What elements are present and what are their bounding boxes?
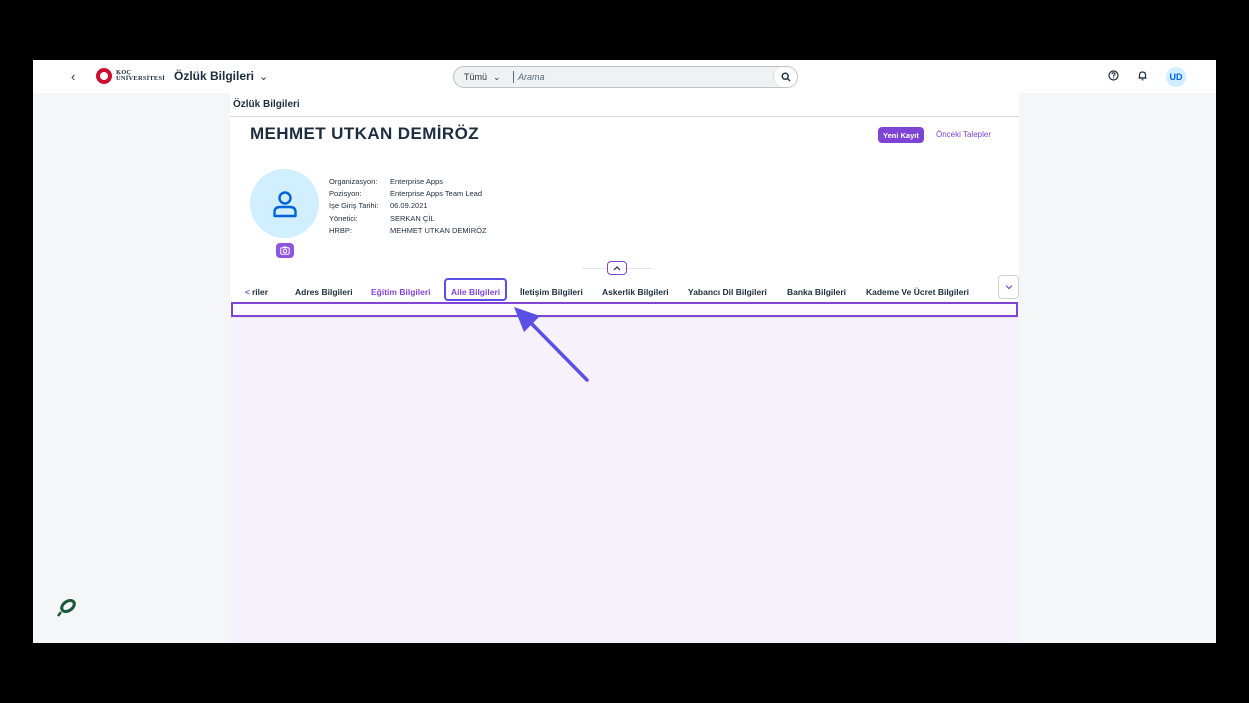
app-title-menu[interactable]: Özlük Bilgileri ⌄ <box>174 69 268 83</box>
user-avatar[interactable]: UD <box>1166 67 1186 87</box>
new-record-button[interactable]: Yeni Kayıt <box>878 127 924 143</box>
search-bar: Tümü ⌄ Arama <box>453 66 798 88</box>
tab-adres-bilgileri[interactable]: Adres Bilgileri <box>295 287 353 297</box>
tab-partial-label: riler <box>251 287 269 297</box>
tab-askerlik-bilgileri[interactable]: Askerlik Bilgileri <box>602 287 669 297</box>
app-title: Özlük Bilgileri <box>174 69 255 83</box>
chevron-up-icon[interactable] <box>607 261 627 275</box>
detail-value: SERKAN ÇİL <box>390 213 435 223</box>
detail-value: Enterprise Apps <box>390 177 443 186</box>
detail-row: HRBP: MEHMET UTKAN DEMİRÖZ <box>329 225 487 237</box>
logo-mark <box>96 68 112 84</box>
detail-row: Pozisyon: Enterprise Apps Team Lead <box>329 188 487 200</box>
search-input[interactable]: Arama <box>518 72 773 82</box>
detail-value: MEHMET UTKAN DEMİRÖZ <box>390 225 487 235</box>
employee-photo <box>250 169 319 238</box>
previous-requests-link[interactable]: Önceki Talepler <box>936 130 991 139</box>
search-scope-label: Tümü <box>464 72 488 82</box>
search-separator <box>513 71 514 83</box>
shellbar: ‹ KOÇ ÜNİVERSİTESİ Özlük Bilgileri ⌄ Tüm… <box>33 60 1216 93</box>
search-icon[interactable] <box>773 67 797 87</box>
logo-text: KOÇ ÜNİVERSİTESİ <box>116 69 166 82</box>
shell-actions: UD <box>1108 67 1186 87</box>
tab-yabanci-dil-bilgileri[interactable]: Yabancı Dil Bilgileri <box>688 287 767 297</box>
detail-label: Yönetici: <box>329 213 358 223</box>
employee-details: Organizasyon: Enterprise Apps Pozisyon: En… <box>329 176 487 237</box>
detail-label: HRBP: <box>329 225 352 235</box>
chevron-down-icon[interactable] <box>998 275 1019 299</box>
search-scope-select[interactable]: Tümü ⌄ <box>454 72 509 83</box>
camera-icon[interactable] <box>276 243 294 258</box>
page: Özlük Bilgileri MEHMET UTKAN DEMİRÖZ Yen… <box>230 93 1019 643</box>
object-page-header: Özlük Bilgileri MEHMET UTKAN DEMİRÖZ Yen… <box>230 93 1019 318</box>
tab-aile-bilgileri[interactable]: Aile Bilgileri <box>451 287 500 297</box>
tab-content-area <box>231 302 1018 317</box>
detail-value: 06.09.2021 <box>390 201 428 211</box>
chevron-left-icon: < <box>245 287 250 297</box>
help-icon[interactable] <box>1108 70 1119 84</box>
koc-university-logo[interactable]: KOÇ ÜNİVERSİTESİ <box>96 68 165 84</box>
page-title: Özlük Bilgileri <box>233 99 300 110</box>
divider <box>230 116 1019 117</box>
detail-value: Enterprise Apps Team Lead <box>390 189 483 199</box>
employee-name: MEHMET UTKAN DEMİRÖZ <box>250 124 479 143</box>
detail-row: Organizasyon: Enterprise Apps <box>329 176 487 188</box>
tab-egitim-bilgileri[interactable]: Eğitim Bilgileri <box>371 287 431 305</box>
detail-label: Organizasyon: <box>329 177 378 186</box>
detail-label: Pozisyon: <box>329 189 362 199</box>
tab-iletisim-bilgileri[interactable]: İletişim Bilgileri <box>520 287 583 297</box>
back-icon[interactable]: ‹ <box>71 69 75 84</box>
tab-kademe-ve-ucret-bilgileri[interactable]: Kademe Ve Ücret Bilgileri <box>866 287 969 297</box>
detail-row: İşe Giriş Tarihi: 06.09.2021 <box>329 200 487 212</box>
detail-row: Yönetici: SERKAN ÇİL <box>329 213 487 225</box>
tab-scroll-left[interactable]: < riler <box>245 287 268 297</box>
user-icon <box>272 190 297 217</box>
tab-banka-bilgileri[interactable]: Banka Bilgileri <box>787 287 846 297</box>
screen: ‹ KOÇ ÜNİVERSİTESİ Özlük Bilgileri ⌄ Tüm… <box>33 60 1216 643</box>
logo-line2: ÜNİVERSİTESİ <box>116 75 166 82</box>
chevron-down-icon: ⌄ <box>259 70 269 83</box>
bell-icon[interactable] <box>1137 70 1148 84</box>
detail-label: İşe Giriş Tarihi: <box>329 201 379 211</box>
chevron-down-icon: ⌄ <box>493 71 501 82</box>
extension-icon[interactable] <box>56 597 78 619</box>
